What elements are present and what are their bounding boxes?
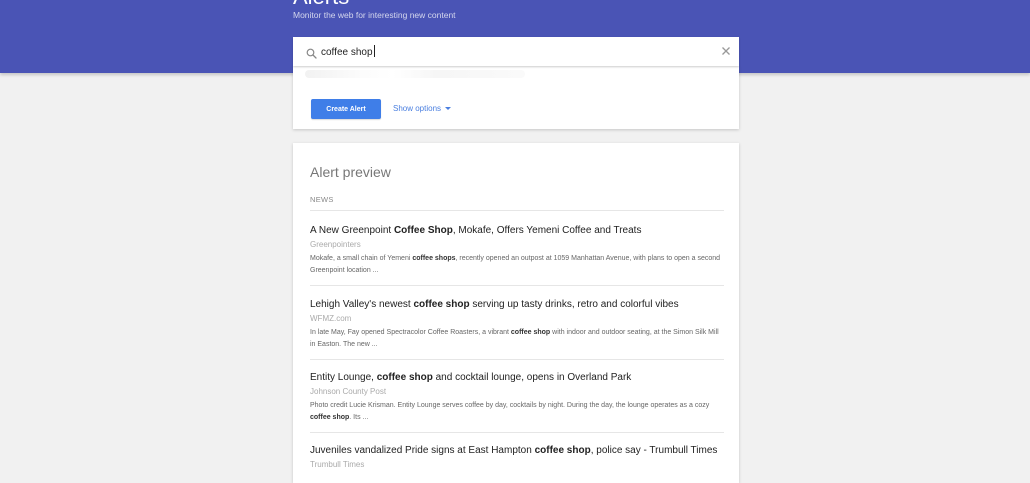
page-title: Alerts bbox=[293, 0, 349, 8]
news-item: A New Greenpoint Coffee Shop, Mokafe, Of… bbox=[310, 224, 724, 277]
section-label: NEWS bbox=[310, 195, 334, 204]
alert-options-card: Create Alert Show options bbox=[293, 66, 739, 129]
divider bbox=[310, 432, 724, 433]
search-icon bbox=[306, 46, 317, 59]
news-source: WFMZ.com bbox=[310, 314, 352, 323]
news-headline[interactable]: Juveniles vandalized Pride signs at East… bbox=[310, 444, 724, 457]
show-options-link[interactable]: Show options bbox=[393, 104, 452, 113]
alert-preview-card: Alert preview NEWS A New Greenpoint Coff… bbox=[293, 143, 739, 483]
news-headline[interactable]: Entity Lounge, coffee shop and cocktail … bbox=[310, 371, 724, 384]
news-source: Johnson County Post bbox=[310, 387, 387, 396]
text-caret bbox=[373, 45, 375, 57]
search-query[interactable]: coffee shop bbox=[321, 45, 375, 58]
divider bbox=[310, 285, 724, 286]
search-query-text: coffee shop bbox=[321, 47, 373, 58]
divider bbox=[310, 210, 724, 211]
news-snippet: Photo credit Lucie Krisman. Entity Loung… bbox=[310, 402, 710, 421]
preview-title: Alert preview bbox=[310, 164, 391, 180]
search-input[interactable]: coffee shop bbox=[293, 37, 739, 66]
page-subtitle: Monitor the web for interesting new cont… bbox=[293, 10, 456, 20]
news-item: Juveniles vandalized Pride signs at East… bbox=[310, 444, 724, 470]
news-snippet: Mokafe, a small chain of Yemeni coffee s… bbox=[310, 255, 721, 274]
dropdown-arrow-icon bbox=[445, 107, 452, 110]
news-headline[interactable]: Lehigh Valley's newest coffee shop servi… bbox=[310, 298, 724, 311]
divider bbox=[310, 359, 724, 360]
news-snippet: In late May, Fay opened Spectracolor Cof… bbox=[310, 329, 719, 348]
close-icon[interactable] bbox=[719, 44, 733, 58]
loading-placeholder bbox=[305, 70, 525, 78]
news-item: Lehigh Valley's newest coffee shop servi… bbox=[310, 298, 724, 351]
news-item: Entity Lounge, coffee shop and cocktail … bbox=[310, 371, 724, 424]
news-source: Greenpointers bbox=[310, 240, 361, 249]
show-options-label: Show options bbox=[393, 104, 442, 113]
create-alert-button[interactable]: Create Alert bbox=[311, 99, 381, 119]
news-headline[interactable]: A New Greenpoint Coffee Shop, Mokafe, Of… bbox=[310, 224, 724, 237]
